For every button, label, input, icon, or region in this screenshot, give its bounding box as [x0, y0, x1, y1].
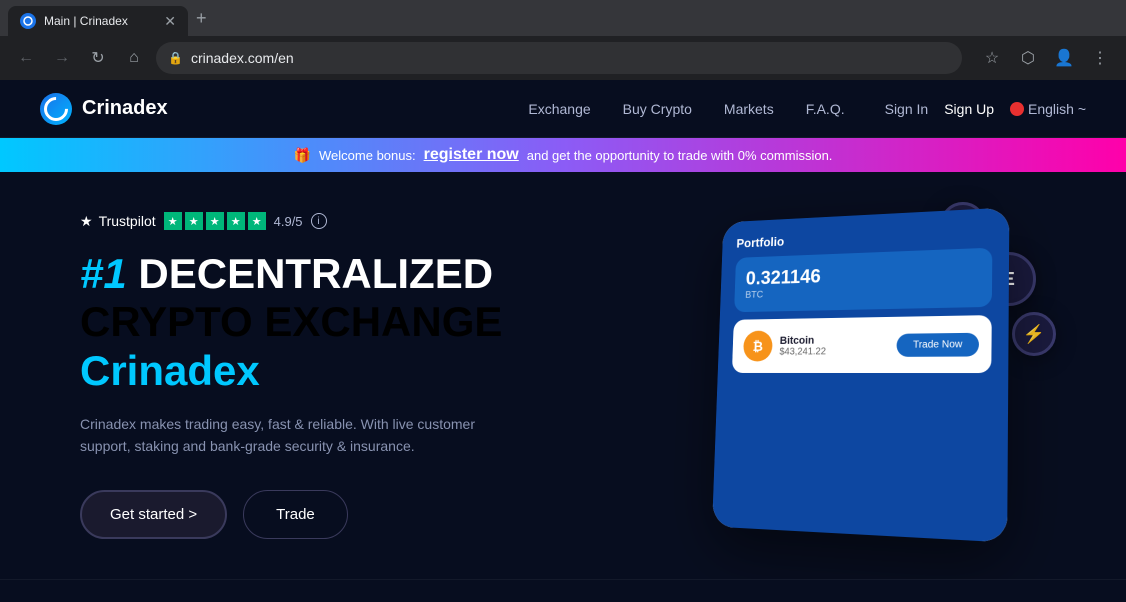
nav-faq[interactable]: F.A.Q. — [806, 101, 845, 117]
logo-text: Crinadex — [82, 97, 168, 120]
menu-button[interactable]: ⋮ — [1086, 44, 1114, 72]
hero-illustration: ≡ Ξ ⚡ Portfolio 0.321146 BTC ₿ — [646, 192, 1066, 552]
hero-section: ★ Trustpilot ★ ★ ★ ★ ★ 4.9/5 i #1 DECENT… — [0, 172, 1126, 579]
gift-icon: 🎁 — [294, 147, 311, 164]
nav-buy-crypto[interactable]: Buy Crypto — [623, 101, 692, 117]
coin-lightning: ⚡ — [1012, 312, 1056, 356]
logo-icon — [40, 93, 72, 125]
banner-pre-text: Welcome bonus: — [319, 148, 416, 163]
trade-button[interactable]: Trade — [243, 490, 348, 539]
trustpilot-rating: ★ Trustpilot ★ ★ ★ ★ ★ 4.9/5 i — [80, 212, 502, 230]
browser-actions: ☆ ⬡ 👤 ⋮ — [978, 44, 1114, 72]
nav-exchange[interactable]: Exchange — [528, 101, 590, 117]
address-bar[interactable]: 🔒 crinadex.com/en — [156, 42, 962, 74]
star-4: ★ — [227, 212, 245, 230]
hero-title-rest: DECENTRALIZED — [138, 250, 493, 297]
hero-title-line2: CRYPTO EXCHANGE — [80, 298, 502, 345]
bookmark-button[interactable]: ☆ — [978, 44, 1006, 72]
auth-buttons: Sign In Sign Up English ~ — [885, 101, 1086, 117]
hero-title: #1 DECENTRALIZED CRYPTO EXCHANGE Crinade… — [80, 250, 502, 395]
btc-price: $43,241.22 — [779, 345, 889, 357]
trustpilot-star-icon: ★ — [80, 213, 93, 230]
hero-content: ★ Trustpilot ★ ★ ★ ★ ★ 4.9/5 i #1 DECENT… — [80, 212, 502, 539]
browser-chrome: Main | Crinadex ✕ + ← → ↻ ⌂ 🔒 crinadex.c… — [0, 0, 1126, 80]
sign-up-button[interactable]: Sign Up — [944, 101, 994, 117]
reload-button[interactable]: ↻ — [84, 44, 112, 72]
banner-register-link[interactable]: register now — [424, 146, 519, 164]
stats-bar: 200+ $4.13B 13M + 548.29% — [0, 579, 1126, 602]
browser-controls: ← → ↻ ⌂ 🔒 crinadex.com/en ☆ ⬡ 👤 ⋮ — [0, 36, 1126, 80]
hero-number: #1 — [80, 250, 127, 297]
get-started-button[interactable]: Get started > — [80, 490, 227, 539]
site-header: Crinadex Exchange Buy Crypto Markets F.A… — [0, 80, 1126, 138]
phone-screen: Portfolio 0.321146 BTC ₿ Bitcoin $43,241… — [712, 207, 1009, 542]
profile-button[interactable]: 👤 — [1050, 44, 1078, 72]
star-1: ★ — [164, 212, 182, 230]
btc-card: ₿ Bitcoin $43,241.22 Trade Now — [732, 315, 992, 373]
banner-post-text: and get the opportunity to trade with 0%… — [527, 148, 833, 163]
nav-markets[interactable]: Markets — [724, 101, 774, 117]
hero-brand: Crinadex — [80, 347, 502, 395]
phone-portfolio-header: Portfolio — [736, 224, 992, 250]
logo-ring — [39, 92, 73, 126]
extensions-button[interactable]: ⬡ — [1014, 44, 1042, 72]
phone-trade-button[interactable]: Trade Now — [897, 332, 979, 356]
home-button[interactable]: ⌂ — [120, 44, 148, 72]
main-nav: Exchange Buy Crypto Markets F.A.Q. — [528, 101, 844, 117]
star-3: ★ — [206, 212, 224, 230]
logo[interactable]: Crinadex — [40, 93, 168, 125]
star-5: ★ — [248, 212, 266, 230]
btc-icon: ₿ — [743, 331, 773, 362]
phone-mockup: Portfolio 0.321146 BTC ₿ Bitcoin $43,241… — [712, 207, 1009, 542]
language-flag — [1010, 102, 1024, 116]
rating-value: 4.9/5 — [274, 214, 303, 229]
tab-close-button[interactable]: ✕ — [164, 13, 176, 30]
phone-amount-card: 0.321146 BTC — [734, 248, 992, 313]
btc-info: Bitcoin $43,241.22 — [779, 333, 889, 357]
btc-name: Bitcoin — [780, 333, 890, 346]
star-2: ★ — [185, 212, 203, 230]
new-tab-button[interactable]: + — [188, 8, 215, 29]
address-text: crinadex.com/en — [191, 50, 294, 66]
back-button[interactable]: ← — [12, 44, 40, 72]
star-rating: ★ ★ ★ ★ ★ — [164, 212, 266, 230]
tab-favicon — [20, 13, 36, 29]
trustpilot-logo: ★ Trustpilot — [80, 213, 156, 230]
language-label: English ~ — [1028, 101, 1086, 117]
promo-banner: 🎁 Welcome bonus: register now and get th… — [0, 138, 1126, 172]
hero-buttons: Get started > Trade — [80, 490, 502, 539]
sign-in-button[interactable]: Sign In — [885, 101, 929, 117]
trustpilot-name: Trustpilot — [99, 213, 156, 229]
hero-description: Crinadex makes trading easy, fast & reli… — [80, 413, 500, 458]
language-selector[interactable]: English ~ — [1010, 101, 1086, 117]
tab-bar: Main | Crinadex ✕ + — [0, 0, 1126, 36]
lock-icon: 🔒 — [168, 51, 183, 65]
website: Crinadex Exchange Buy Crypto Markets F.A… — [0, 80, 1126, 602]
hero-title-line1: #1 DECENTRALIZED — [80, 250, 493, 297]
tab-title: Main | Crinadex — [44, 14, 128, 28]
forward-button[interactable]: → — [48, 44, 76, 72]
lightning-symbol: ⚡ — [1023, 324, 1045, 345]
active-tab[interactable]: Main | Crinadex ✕ — [8, 6, 188, 36]
info-icon[interactable]: i — [311, 213, 327, 229]
